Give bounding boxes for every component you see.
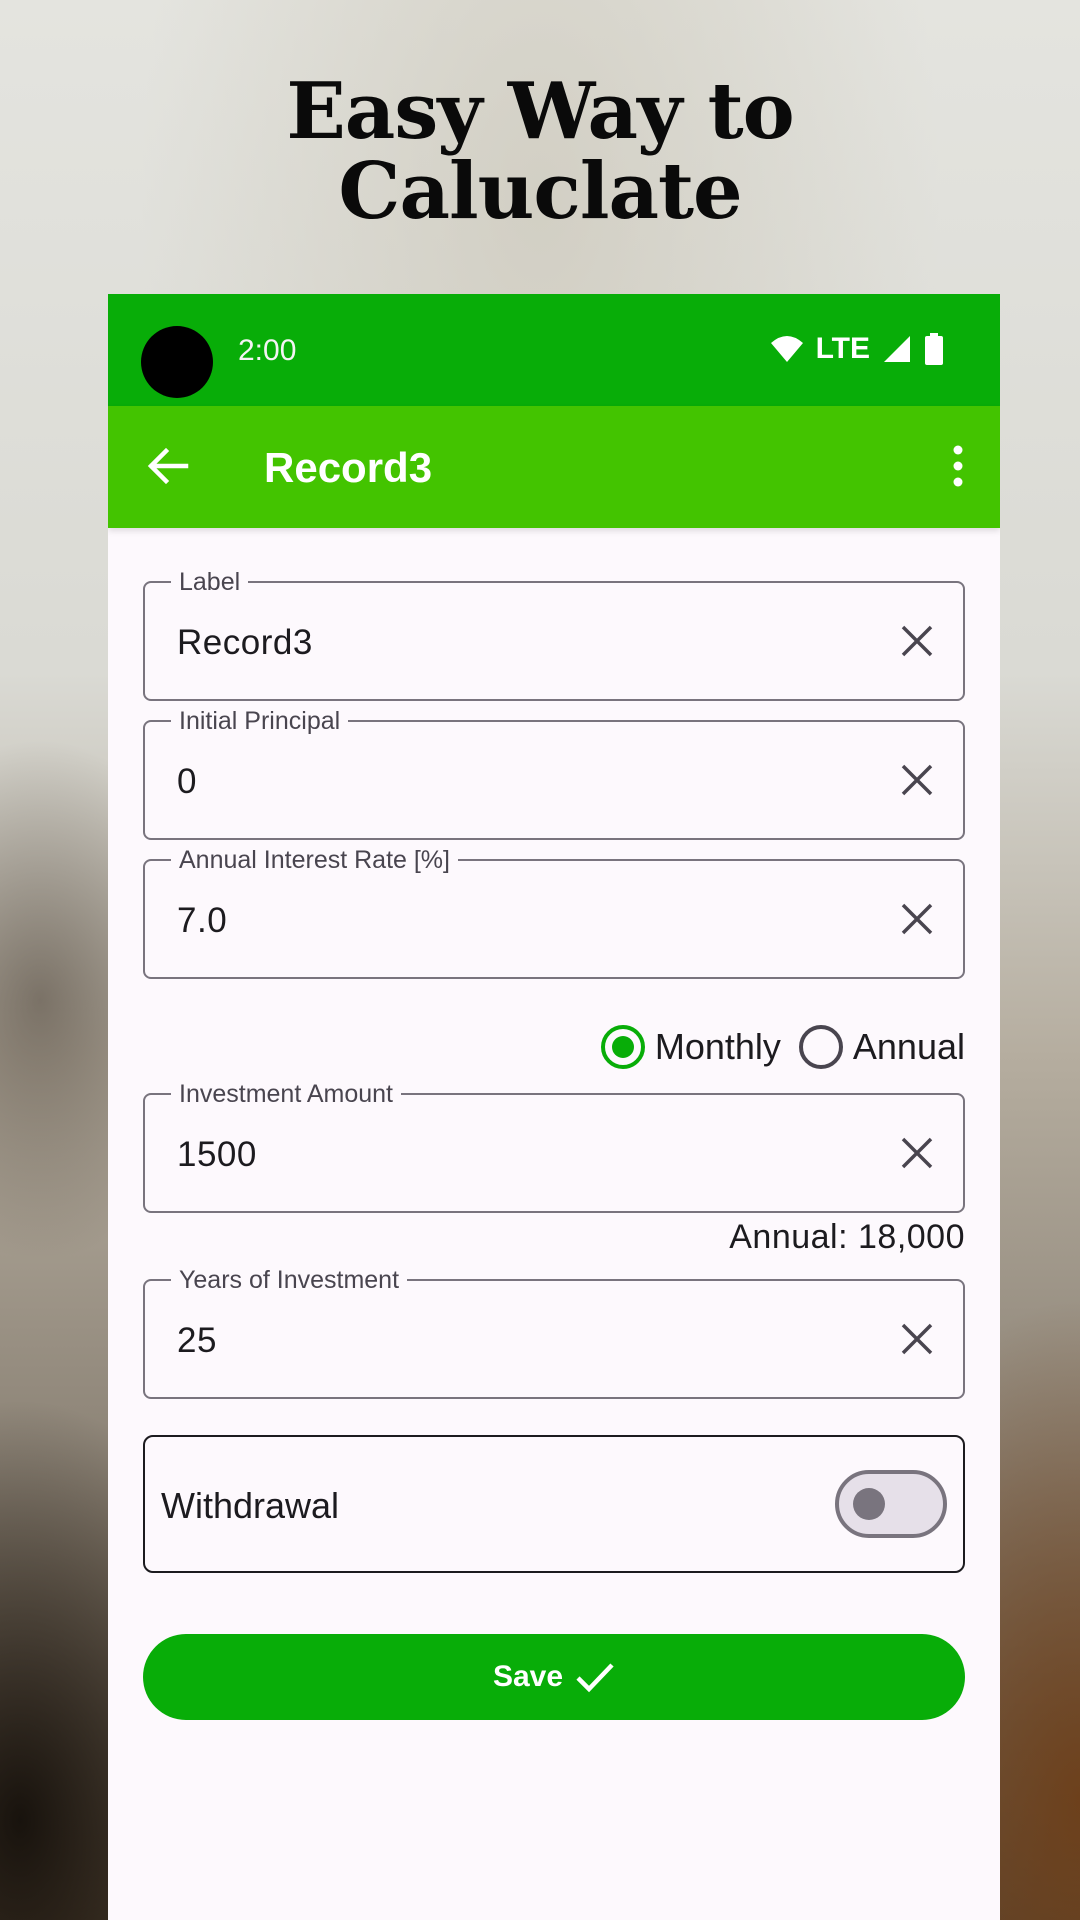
clear-icon[interactable]	[899, 901, 935, 937]
monthly-radio-label[interactable]: Monthly	[655, 1026, 781, 1068]
save-button[interactable]: Save	[143, 1634, 965, 1720]
years-of-investment-label: Years of Investment	[171, 1265, 408, 1295]
clear-icon[interactable]	[899, 1321, 935, 1357]
phone-screen: 2:00 LTE Record3 Label Record3 Initial P…	[108, 294, 1000, 1920]
initial-principal-label: Initial Principal	[171, 706, 349, 736]
interest-rate-field[interactable]: Annual Interest Rate [%] 7.0	[143, 845, 965, 979]
years-of-investment-field[interactable]: Years of Investment 25	[143, 1265, 965, 1399]
investment-amount-label: Investment Amount	[171, 1079, 402, 1109]
promo-headline-line-2: Caluclate	[338, 146, 742, 237]
withdrawal-switch[interactable]	[835, 1470, 947, 1538]
status-icons: LTE	[770, 332, 944, 366]
status-time: 2:00	[238, 334, 297, 367]
years-of-investment-value[interactable]: 25	[177, 1321, 217, 1361]
clear-icon[interactable]	[899, 623, 935, 659]
app-bar: Record3	[108, 406, 1000, 528]
annual-radio[interactable]	[798, 1025, 843, 1069]
investment-amount-value[interactable]: 1500	[177, 1135, 257, 1175]
status-bar: 2:00 LTE	[108, 294, 1000, 406]
network-type: LTE	[815, 332, 870, 365]
initial-principal-field[interactable]: Initial Principal 0	[143, 706, 965, 840]
annual-total-note: Annual: 18,000	[729, 1218, 965, 1256]
page-title: Record3	[264, 444, 433, 491]
promo-headline: Easy Way to Caluclate	[0, 72, 1080, 232]
label-field-label: Label	[171, 567, 249, 597]
arrow-left-icon[interactable]	[146, 444, 190, 488]
camera-cutout	[141, 326, 213, 398]
interest-rate-value[interactable]: 7.0	[177, 901, 227, 941]
label-field-value[interactable]: Record3	[177, 623, 313, 663]
investment-amount-field[interactable]: Investment Amount 1500	[143, 1079, 965, 1213]
clear-icon[interactable]	[899, 1135, 935, 1171]
interest-rate-label: Annual Interest Rate [%]	[171, 845, 458, 875]
save-button-label: Save	[492, 1660, 564, 1693]
label-field[interactable]: Label Record3	[143, 567, 965, 701]
promo-headline-line-1: Easy Way to	[286, 66, 794, 157]
more-vert-icon[interactable]	[946, 444, 970, 488]
monthly-radio[interactable]	[600, 1025, 645, 1069]
initial-principal-value[interactable]: 0	[177, 762, 197, 802]
cell-signal-icon	[884, 336, 910, 362]
wifi-icon	[770, 336, 803, 362]
frequency-radio-group: Monthly Annual	[600, 1022, 965, 1072]
annual-radio-label[interactable]: Annual	[853, 1026, 965, 1068]
switch-thumb	[853, 1488, 885, 1520]
withdrawal-label: Withdrawal	[161, 1485, 340, 1526]
withdrawal-card: Withdrawal	[143, 1435, 965, 1573]
battery-icon	[925, 333, 943, 365]
clear-icon[interactable]	[899, 762, 935, 798]
check-icon	[576, 1663, 614, 1693]
